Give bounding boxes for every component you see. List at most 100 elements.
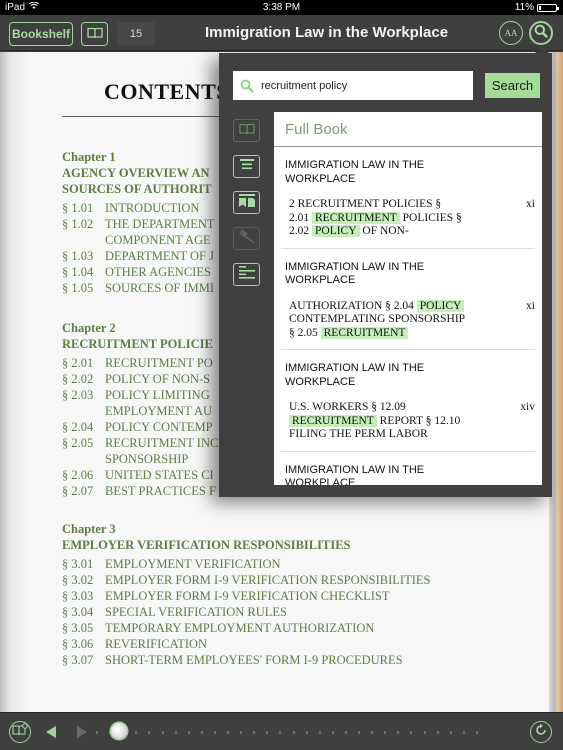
slider-tick	[462, 731, 465, 734]
chapter-title[interactable]: EMPLOYER VERIFICATION RESPONSIBILITIES	[62, 537, 430, 553]
result-snippet: U.S. WORKERS § 12.09 RECRUITMENT REPORT §…	[289, 401, 461, 440]
toc-section-link[interactable]: § 3.03 EMPLOYER FORM I-9 VERIFICATION CHE…	[62, 588, 430, 604]
search-field[interactable]	[233, 71, 473, 100]
toc-section-link[interactable]: § 3.05 TEMPORARY EMPLOYMENT AUTHORIZATION	[62, 620, 430, 636]
chapter-scope-button[interactable]	[233, 155, 260, 178]
toc-section-link[interactable]: § 2.02 POLICY OF NON-S	[62, 371, 218, 387]
section-title: POLICY CONTEMP	[105, 420, 213, 434]
section-title: SPECIAL VERIFICATION RULES	[105, 605, 287, 619]
section-title: EMPLOYER FORM I-9 VERIFICATION RESPONSIB…	[105, 573, 431, 587]
slider-tick	[200, 731, 203, 734]
case-law-scope-button[interactable]	[233, 227, 260, 250]
toc-section-link[interactable]: § 2.04 POLICY CONTEMP	[62, 419, 218, 435]
toc-section-link[interactable]: § 1.05 SOURCES OF IMMI	[62, 280, 215, 296]
toc-chapter-1: Chapter 1 AGENCY OVERVIEW AN SOURCES OF AU…	[62, 149, 215, 296]
page-number[interactable]: 15	[117, 22, 155, 45]
page-slider-thumb[interactable]	[110, 723, 127, 739]
section-number: § 1.05	[62, 281, 94, 295]
toc-section-link[interactable]: § 2.05 RECRUITMENT INC	[62, 435, 218, 451]
toc-section-link[interactable]: COMPONENT AGE	[62, 232, 215, 248]
slider-tick	[305, 731, 308, 734]
toc-section-link[interactable]: § 3.06 REVERIFICATION	[62, 636, 430, 652]
search-input[interactable]	[261, 79, 471, 92]
add-bookmark-button[interactable]	[9, 721, 31, 743]
search-results-list: IMMIGRATION LAW IN THE WORKPLACE 2 RECRUI…	[274, 147, 542, 485]
full-book-icon	[238, 122, 255, 140]
search-result-item[interactable]: IMMIGRATION LAW IN THE WORKPLACE 2 RECRUI…	[281, 147, 535, 249]
search-popover: Search Full Book	[219, 53, 552, 497]
section-number: § 3.05	[62, 621, 94, 635]
table-of-contents-button[interactable]	[81, 22, 108, 46]
bookmarks-scope-button[interactable]	[233, 191, 260, 214]
font-size-icon: AA	[504, 28, 518, 38]
section-title: RECRUITMENT INC	[105, 436, 219, 450]
book-add-icon	[12, 723, 28, 741]
page-slider-track[interactable]	[96, 731, 478, 734]
toc-section-link[interactable]: § 1.01 INTRODUCTION	[62, 200, 215, 216]
slider-tick	[96, 731, 98, 734]
toc-section-link[interactable]: § 1.02 THE DEPARTMENT	[62, 216, 215, 232]
toc-section-link[interactable]: § 3.07 SHORT-TERM EMPLOYEES' FORM I-9 PRO…	[62, 652, 430, 668]
sync-button[interactable]	[530, 721, 552, 743]
slider-tick	[174, 731, 177, 734]
section-title: POLICY OF NON-S	[105, 372, 211, 386]
chapter-label[interactable]: Chapter 1	[62, 149, 215, 165]
toc-section-link[interactable]: § 1.03 DEPARTMENT OF J	[62, 248, 215, 264]
section-number: § 1.03	[62, 249, 94, 263]
search-highlight: RECRUITMENT	[312, 211, 400, 224]
section-number: § 2.02	[62, 372, 94, 386]
search-highlight: RECRUITMENT	[289, 414, 377, 427]
section-title: COMPONENT AGE	[105, 233, 211, 247]
toc-section-link[interactable]: § 3.04 SPECIAL VERIFICATION RULES	[62, 604, 430, 620]
toc-chapter-3: Chapter 3 EMPLOYER VERIFICATION RESPONSIB…	[62, 521, 430, 668]
slider-tick	[436, 731, 439, 734]
slider-tick	[410, 731, 413, 734]
search-toggle-button[interactable]	[529, 21, 553, 45]
previous-page-button[interactable]	[46, 726, 56, 738]
result-page-number: xi	[526, 299, 535, 312]
search-icon	[534, 24, 548, 43]
toc-section-link[interactable]: § 2.06 UNITED STATES CI	[62, 467, 218, 483]
section-title: RECRUITMENT PO	[105, 356, 213, 370]
toc-section-link[interactable]: SPONSORSHIP	[62, 451, 218, 467]
slider-tick	[213, 731, 216, 734]
search-scope-icons	[233, 119, 261, 299]
search-button[interactable]: Search	[485, 73, 540, 98]
search-highlight: POLICY	[416, 299, 465, 312]
full-book-scope-button[interactable]	[233, 119, 260, 142]
font-size-button[interactable]: AA	[499, 21, 523, 45]
contents-heading: CONTENTS	[104, 79, 230, 104]
bookshelf-button[interactable]: Bookshelf	[9, 22, 73, 46]
result-page-number: xi	[526, 198, 535, 210]
toc-section-link[interactable]: § 3.01 EMPLOYMENT VERIFICATION	[62, 556, 430, 572]
section-number: § 2.07	[62, 484, 94, 498]
search-result-item[interactable]: IMMIGRATION LAW IN THE WORKPLACE	[281, 452, 535, 486]
search-result-item[interactable]: IMMIGRATION LAW IN THE WORKPLACE U.S. WOR…	[281, 350, 535, 452]
section-number	[62, 403, 105, 419]
toc-section-link[interactable]: EMPLOYMENT AU	[62, 403, 218, 419]
section-title: SOURCES OF IMMI	[105, 281, 215, 295]
section-number: § 2.06	[62, 468, 94, 482]
refresh-icon	[534, 723, 548, 742]
chapter-title[interactable]: AGENCY OVERVIEW AN SOURCES OF AUTHORIT	[62, 165, 215, 197]
toc-section-link[interactable]: § 2.03 POLICY LIMITING	[62, 387, 218, 403]
next-page-button[interactable]	[77, 726, 87, 738]
section-title: EMPLOYER FORM I-9 VERIFICATION CHECKLIST	[105, 589, 390, 603]
open-book-icon	[86, 27, 103, 42]
results-scope-header: Full Book	[274, 112, 542, 147]
slider-tick	[279, 731, 282, 734]
chapter-title[interactable]: RECRUITMENT POLICIE	[62, 336, 218, 352]
chapter-label[interactable]: Chapter 2	[62, 320, 218, 336]
slider-tick	[318, 731, 321, 734]
result-title: IMMIGRATION LAW IN THE WORKPLACE	[285, 159, 425, 185]
search-result-item[interactable]: IMMIGRATION LAW IN THE WORKPLACE AUTHORIZ…	[281, 249, 535, 350]
notes-scope-button[interactable]	[233, 263, 260, 286]
toc-section-link[interactable]: § 2.07 BEST PRACTICES F	[62, 483, 218, 499]
chapter-label[interactable]: Chapter 3	[62, 521, 430, 537]
slider-tick	[227, 731, 230, 734]
toc-section-link[interactable]: § 2.01 RECRUITMENT PO	[62, 355, 218, 371]
toc-section-link[interactable]: § 1.04 OTHER AGENCIES	[62, 264, 215, 280]
battery-icon	[537, 3, 559, 12]
toc-section-link[interactable]: § 3.02 EMPLOYER FORM I-9 VERIFICATION RES…	[62, 572, 430, 588]
slider-tick	[358, 731, 361, 734]
